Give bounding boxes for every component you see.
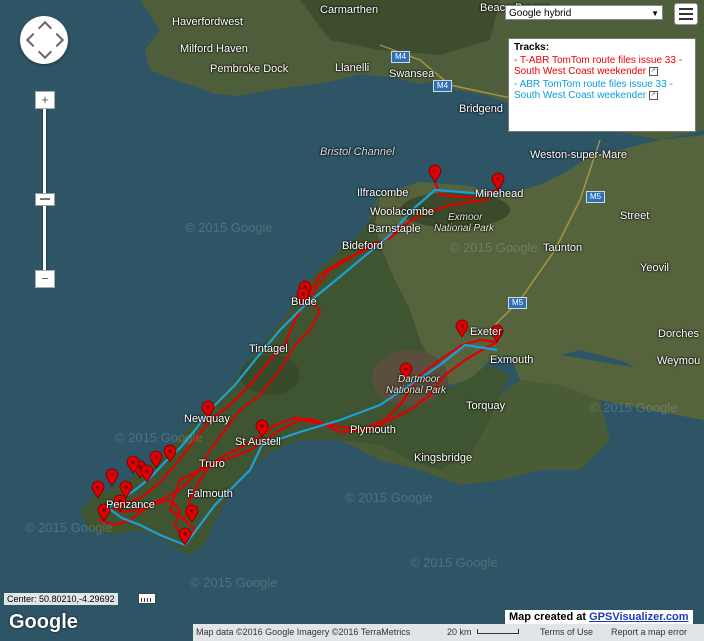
google-watermark: © 2015 Google xyxy=(190,575,278,590)
map-pin-dot xyxy=(168,449,172,453)
road-shield: M4 xyxy=(391,51,411,63)
place-label: Weston-super-Mare xyxy=(530,149,627,161)
place-label: Minehead xyxy=(475,188,524,200)
pan-right-icon[interactable] xyxy=(49,32,65,48)
place-label: Yeovil xyxy=(640,262,669,274)
attribution-bar: Map data ©2016 Google Imagery ©2016 Terr… xyxy=(193,624,704,641)
google-watermark: © 2015 Google xyxy=(450,240,538,255)
ruler-icon[interactable] xyxy=(138,593,156,604)
place-label: Llanelli xyxy=(335,62,370,74)
place-label: Exeter xyxy=(470,326,502,338)
hamburger-menu-icon[interactable] xyxy=(674,3,698,25)
place-label: Barnstaple xyxy=(368,223,421,235)
map-pin-dot xyxy=(404,367,408,371)
place-label: Carmarthen xyxy=(320,4,379,16)
place-label: Torquay xyxy=(466,400,506,412)
scale-bar xyxy=(477,629,519,634)
map-pin-dot xyxy=(206,405,210,409)
map-pin-dot xyxy=(154,455,158,459)
place-label: Ilfracombe xyxy=(357,187,409,199)
park-label: National Park xyxy=(386,385,447,396)
legend-title: Tracks: xyxy=(514,42,550,53)
zoom-slider-track[interactable] xyxy=(43,104,46,274)
map-pin-dot xyxy=(183,532,187,536)
map-type-value: Google hybrid xyxy=(509,8,572,19)
map-pin-dot xyxy=(110,473,114,477)
place-label: Truro xyxy=(199,458,225,470)
pan-left-icon[interactable] xyxy=(25,32,41,48)
map-pin-dot xyxy=(460,324,464,328)
road-shield: M5 xyxy=(508,297,528,309)
google-watermark: © 2015 Google xyxy=(185,220,273,235)
map-pin-dot xyxy=(96,485,100,489)
park-label: National Park xyxy=(434,223,495,234)
place-label: Haverfordwest xyxy=(172,16,243,28)
map-pin-dot xyxy=(190,509,194,513)
external-link-icon[interactable]: ↗ xyxy=(648,66,658,76)
map-data-attribution[interactable]: Map data ©2016 Google Imagery ©2016 Terr… xyxy=(196,625,410,639)
credit-box: Map created at GPSVisualizer.com xyxy=(505,610,693,624)
place-label: Woolacombe xyxy=(370,206,434,218)
terms-of-use-link[interactable]: Terms of Use xyxy=(540,625,593,639)
map-pin-dot xyxy=(433,169,437,173)
google-watermark: © 2015 Google xyxy=(115,430,203,445)
tracks-legend: Tracks: - T-ABR TomTom route files issue… xyxy=(508,38,696,132)
place-label: Bridgend xyxy=(459,103,504,115)
park-label: Dartmoor xyxy=(398,374,440,385)
place-label: Newquay xyxy=(184,413,230,425)
place-label: Bideford xyxy=(342,240,383,252)
sea-label: Bristol Channel xyxy=(320,146,395,158)
external-link-icon[interactable]: ↗ xyxy=(648,90,658,100)
place-label: Swansea xyxy=(389,68,435,80)
zoom-out-button[interactable]: − xyxy=(35,270,55,288)
google-watermark: © 2015 Google xyxy=(345,490,433,505)
place-label: Falmouth xyxy=(187,488,233,500)
google-watermark: © 2015 Google xyxy=(590,400,678,415)
map-pin-dot xyxy=(145,469,149,473)
place-label: St Austell xyxy=(235,436,281,448)
google-logo: Google xyxy=(9,611,78,633)
google-watermark: © 2015 Google xyxy=(410,555,498,570)
place-label: Taunton xyxy=(543,242,583,254)
gpsvisualizer-link[interactable]: GPSVisualizer.com xyxy=(589,611,688,623)
legend-track-red[interactable]: - T-ABR TomTom route files issue 33 - So… xyxy=(514,55,690,77)
report-map-error-link[interactable]: Report a map error xyxy=(611,625,687,639)
place-label: Kingsbridge xyxy=(414,452,473,464)
map-pin-dot xyxy=(496,177,500,181)
center-coordinates: Center: 50.80210,-4.29692 xyxy=(4,593,118,605)
scale-label[interactable]: 20 km xyxy=(447,625,472,639)
legend-track-blue[interactable]: - ABR TomTom route files issue 33 - Sout… xyxy=(514,79,690,101)
map-pin-dot xyxy=(124,485,128,489)
zoom-in-button[interactable]: + xyxy=(35,91,55,109)
place-label: Dorches xyxy=(658,328,699,340)
place-label: Milford Haven xyxy=(180,43,248,55)
pan-down-icon[interactable] xyxy=(37,44,53,60)
place-label: Exmouth xyxy=(490,354,534,366)
place-label: Penzance xyxy=(106,499,155,511)
place-label: Pembroke Dock xyxy=(210,63,289,75)
pan-control[interactable] xyxy=(20,16,68,64)
google-watermark: © 2015 Google xyxy=(25,520,113,535)
chevron-down-icon: ▼ xyxy=(651,9,659,18)
map-pin-dot xyxy=(260,424,264,428)
place-label: Plymouth xyxy=(350,424,396,436)
credit-prefix: Map created at xyxy=(509,611,590,623)
place-label: Bude xyxy=(291,296,317,308)
map-pin-dot xyxy=(131,460,135,464)
place-label: Weymou xyxy=(657,355,701,367)
place-label: Tintagel xyxy=(249,343,288,355)
map-type-select[interactable]: Google hybrid ▼ xyxy=(505,5,663,20)
road-shield: M4 xyxy=(433,80,453,92)
zoom-slider-handle[interactable] xyxy=(35,193,55,206)
place-label: Street xyxy=(620,210,650,222)
road-shield: M5 xyxy=(586,191,606,203)
park-label: Exmoor xyxy=(448,212,483,223)
pan-up-icon[interactable] xyxy=(37,20,53,36)
